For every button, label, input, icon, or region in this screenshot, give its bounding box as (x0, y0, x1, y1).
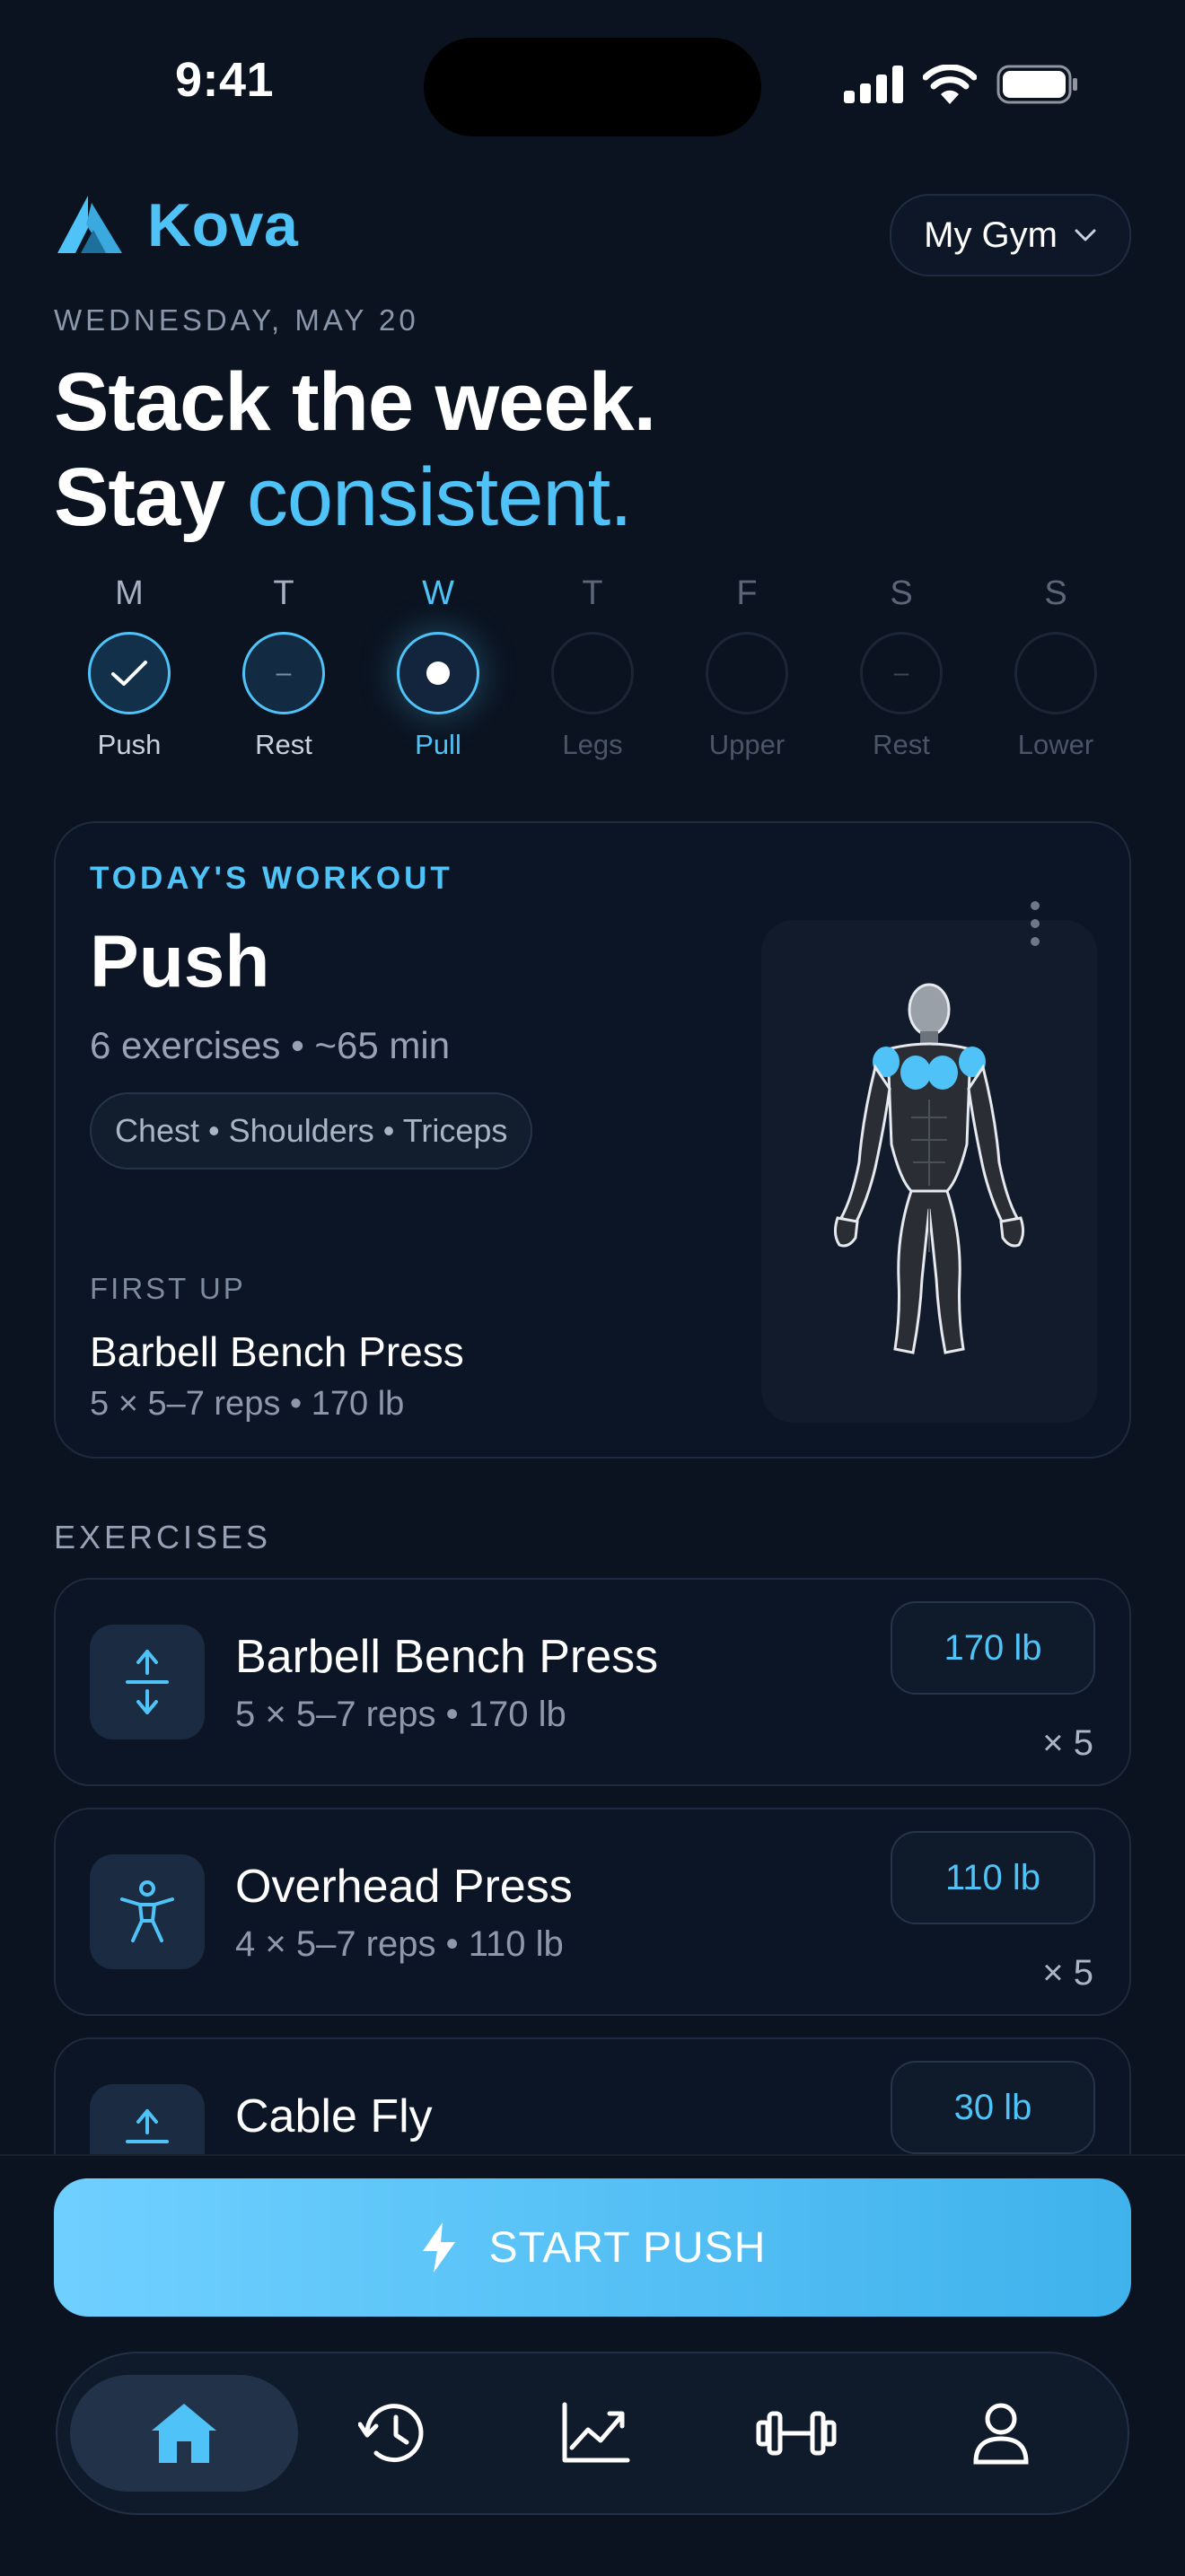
wifi-icon (923, 65, 977, 104)
dumbbell-icon (756, 2411, 837, 2456)
dynamic-island (424, 38, 761, 136)
week-day-mon[interactable]: M Push (75, 574, 183, 761)
gym-selector-label: My Gym (924, 215, 1058, 255)
profile-icon (973, 2403, 1029, 2465)
day-letter: F (736, 574, 758, 612)
day-letter: W (422, 574, 454, 612)
exercise-detail: 4 × 5–7 reps • 110 lb (235, 1924, 564, 1964)
tab-workouts[interactable] (738, 2375, 855, 2492)
today-dot-icon (426, 662, 450, 685)
exercise-card[interactable]: Barbell Bench Press 5 × 5–7 reps • 170 l… (54, 1578, 1131, 1786)
start-workout-label: START PUSH (488, 2223, 767, 2272)
headline-line-2: Stay consistent. (54, 450, 655, 545)
start-workout-button[interactable]: START PUSH (54, 2178, 1131, 2317)
exercise-icon-tile (90, 1625, 205, 1739)
tab-progress[interactable] (537, 2375, 654, 2492)
day-status-circle (706, 632, 788, 714)
rest-dash: – (276, 658, 292, 688)
day-label: Legs (562, 729, 623, 760)
day-label: Upper (708, 729, 786, 760)
day-label: Pull (415, 729, 461, 760)
day-letter: S (890, 574, 913, 612)
chest-right-highlight (927, 1056, 958, 1090)
week-day-tue[interactable]: T – Rest (230, 574, 338, 761)
day-letter: M (115, 574, 144, 612)
day-label: Rest (873, 729, 930, 760)
exercise-reps: × 5 (1042, 1953, 1093, 1993)
day-status-circle: – (242, 632, 325, 714)
muscle-groups-tag: Chest • Shoulders • Triceps (90, 1092, 533, 1170)
status-icons (844, 65, 1079, 104)
first-exercise-name: Barbell Bench Press (90, 1328, 464, 1375)
muscle-map-panel (761, 920, 1097, 1423)
tab-profile[interactable] (943, 2375, 1059, 2492)
rest-dash: – (893, 658, 909, 688)
exercise-weight-button[interactable]: 170 lb (891, 1601, 1095, 1695)
workout-meta: 6 exercises • ~65 min (90, 1024, 451, 1066)
day-letter: S (1044, 574, 1067, 612)
history-icon (358, 2404, 424, 2463)
week-strip: M Push T – Rest W Pull T Legs F Upper S … (54, 574, 1131, 761)
headline-plain: Stay (54, 451, 225, 543)
workout-title: Push (90, 921, 270, 1003)
exercises-heading: EXERCISES (54, 1519, 272, 1555)
exercise-name: Overhead Press (235, 1861, 573, 1913)
exercise-detail: 5 × 5–7 reps • 170 lb (235, 1695, 566, 1734)
first-up-label: FIRST UP (90, 1272, 246, 1305)
home-icon (152, 2404, 216, 2463)
day-status-circle (88, 632, 171, 714)
compress-arrows-icon (126, 1650, 169, 1714)
week-day-sat[interactable]: S – Rest (847, 574, 955, 761)
checkmark-icon (111, 661, 147, 686)
lightning-bolt-icon (422, 2222, 455, 2273)
headline-line-1: Stack the week. (54, 356, 656, 448)
kova-logo-icon (57, 196, 122, 253)
day-status-circle (397, 632, 479, 714)
todays-workout-label: TODAY'S WORKOUT (90, 861, 453, 896)
week-day-thu[interactable]: T Legs (539, 574, 646, 761)
exercise-icon-tile (90, 1854, 205, 1969)
day-status-circle: – (860, 632, 943, 714)
week-day-wed[interactable]: W Pull (384, 574, 492, 761)
exercise-card[interactable]: Overhead Press 4 × 5–7 reps • 110 lb 110… (54, 1808, 1131, 2016)
todays-workout-card[interactable]: TODAY'S WORKOUT Push 6 exercises • ~65 m… (54, 821, 1131, 1459)
app-brand: Kova (54, 190, 298, 260)
body-muscle-map-icon (833, 983, 1025, 1354)
day-label: Rest (255, 729, 312, 760)
tab-bar (56, 2352, 1129, 2515)
status-time: 9:41 (174, 53, 275, 107)
day-label: Lower (1017, 729, 1094, 760)
tab-home[interactable] (70, 2375, 298, 2492)
exercise-weight-button[interactable]: 110 lb (891, 1831, 1095, 1924)
day-letter: T (582, 574, 603, 612)
day-label: Push (97, 729, 162, 760)
current-date: WEDNESDAY, MAY 20 (54, 303, 419, 337)
chart-trend-icon (562, 2402, 630, 2463)
chest-left-highlight (900, 1056, 931, 1090)
app-name: Kova (147, 191, 299, 259)
day-status-circle (551, 632, 634, 714)
battery-icon (996, 65, 1077, 104)
page-headline: Stack the week. Stay consistent. (54, 355, 656, 545)
more-options-icon[interactable] (1026, 898, 1044, 949)
exercise-weight-button[interactable]: 30 lb (891, 2061, 1095, 2154)
day-letter: T (273, 574, 294, 612)
first-exercise-detail: 5 × 5–7 reps • 170 lb (90, 1385, 405, 1423)
week-day-sun[interactable]: S Lower (1002, 574, 1110, 761)
exercise-name: Cable Fly (235, 2090, 433, 2142)
signal-icon (844, 66, 903, 103)
person-arms-up-icon (120, 1880, 174, 1942)
day-status-circle (1014, 632, 1097, 714)
headline-accent: consistent. (246, 451, 633, 543)
week-day-fri[interactable]: F Upper (693, 574, 801, 761)
exercise-reps: × 5 (1042, 1723, 1093, 1763)
gym-selector[interactable]: My Gym (890, 194, 1131, 276)
exercise-name: Barbell Bench Press (235, 1631, 659, 1683)
tab-history[interactable] (336, 2375, 452, 2492)
chevron-down-icon (1075, 229, 1096, 241)
